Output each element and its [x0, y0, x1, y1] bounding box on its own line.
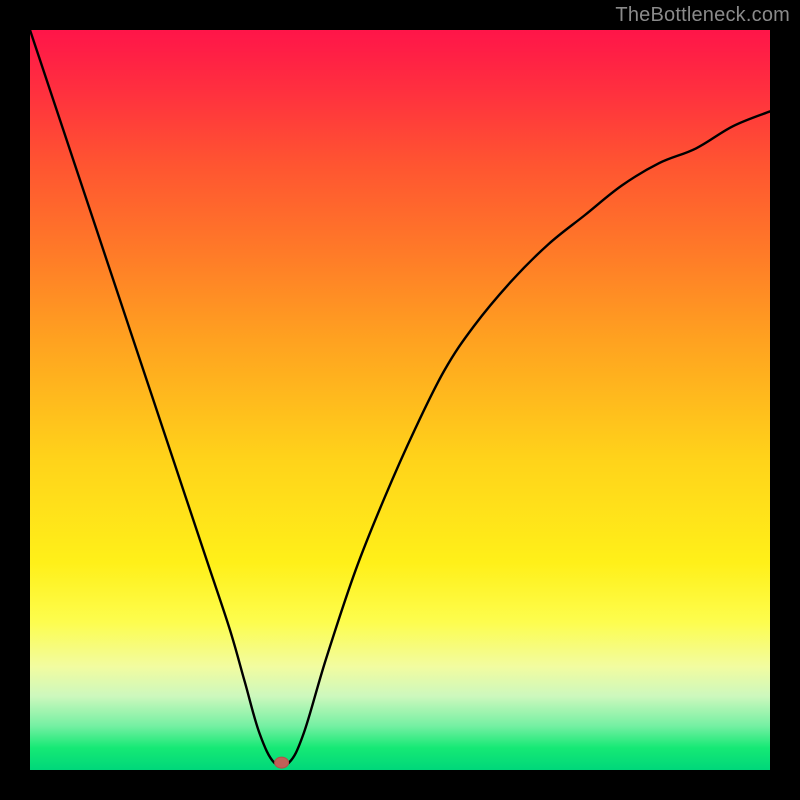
plot-area: [30, 30, 770, 770]
chart-frame: TheBottleneck.com: [0, 0, 800, 800]
watermark-text: TheBottleneck.com: [615, 4, 790, 27]
bottleneck-curve: [30, 30, 770, 770]
curve-line: [30, 30, 770, 767]
optimal-point-marker: [275, 757, 289, 768]
